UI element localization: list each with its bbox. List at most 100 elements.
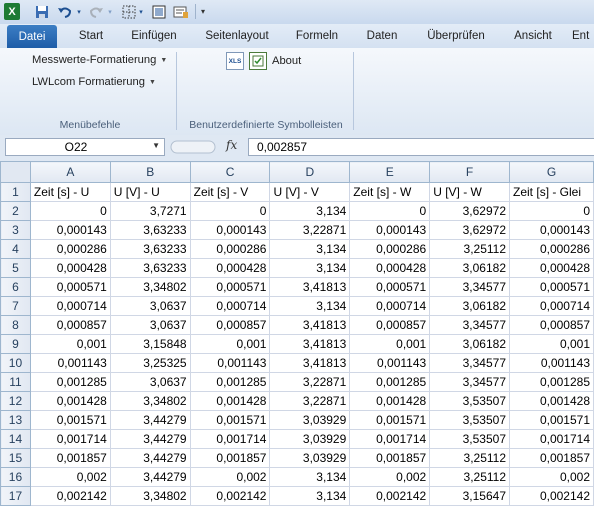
row-header[interactable]: 16 [0,467,31,487]
tab-ueberpruefen[interactable]: Überprüfen [420,24,492,48]
cell[interactable]: 0,000286 [189,239,271,259]
cell[interactable]: 3,15848 [109,334,191,354]
cell[interactable]: 3,53507 [429,391,511,411]
cell[interactable]: 3,34577 [429,372,511,392]
messwerte-formatierung-menu[interactable]: Messwerte-Formatierung ▼ [32,54,167,66]
cell[interactable]: 0,001571 [189,410,271,430]
insert-function-icon[interactable]: fx [226,138,237,152]
cell[interactable]: 0,000714 [509,296,594,316]
cell[interactable]: 0,000428 [189,258,271,278]
cell[interactable]: 0,000714 [349,296,431,316]
cell[interactable]: 3,41813 [269,353,351,373]
cell[interactable]: 0,001428 [189,391,271,411]
cell[interactable]: 3,63233 [109,239,191,259]
cell[interactable]: 0,002 [29,467,111,487]
row-header[interactable]: 9 [0,334,31,354]
cell[interactable]: 0,001285 [509,372,594,392]
column-header-d[interactable]: D [269,161,351,183]
cell[interactable]: 0,000714 [189,296,271,316]
cell[interactable]: 0,001714 [349,429,431,449]
cell[interactable]: U [V] - V [269,182,351,202]
cell[interactable]: 0,000143 [349,220,431,240]
row-header[interactable]: 14 [0,429,31,449]
cell[interactable]: 0,001 [189,334,271,354]
undo-dropdown-icon[interactable]: ▾ [76,3,82,20]
cell[interactable]: 0,001714 [509,429,594,449]
cell[interactable]: 0,001571 [349,410,431,430]
cell[interactable]: 0,001571 [29,410,111,430]
cell[interactable]: 0,000857 [349,315,431,335]
cell[interactable]: 0,000143 [509,220,594,240]
cell[interactable]: 0,001 [509,334,594,354]
cell[interactable]: 0,001143 [29,353,111,373]
cell[interactable]: 0,000571 [509,277,594,297]
cell[interactable]: 3,03929 [269,429,351,449]
cell[interactable]: 3,22871 [269,220,351,240]
table-icon[interactable] [151,3,167,20]
cell[interactable]: 3,53507 [429,429,511,449]
cell[interactable]: 0,000857 [509,315,594,335]
cell[interactable]: 3,0637 [109,372,191,392]
name-box[interactable]: O22 ▼ [5,138,165,156]
cell[interactable]: 0,001143 [349,353,431,373]
row-header[interactable]: 10 [0,353,31,373]
xls-button[interactable]: XLS [226,52,244,70]
cell[interactable]: U [V] - W [429,182,511,202]
cell[interactable]: 3,44279 [109,429,191,449]
cell[interactable]: 3,34577 [429,315,511,335]
cell[interactable]: 0,001285 [29,372,111,392]
cell[interactable]: 0,000714 [29,296,111,316]
cell[interactable]: 3,44279 [109,448,191,468]
cell[interactable]: 0,001714 [29,429,111,449]
cell[interactable]: 3,06182 [429,258,511,278]
cell[interactable]: 3,63233 [109,220,191,240]
cell[interactable]: 0,001857 [349,448,431,468]
cell[interactable]: 0,001857 [189,448,271,468]
cell[interactable]: 3,62972 [429,201,511,221]
tab-entwicklertools[interactable]: Ent [572,24,594,48]
cell[interactable]: 0,000428 [29,258,111,278]
cell[interactable]: 0,002142 [509,486,594,506]
cell[interactable]: 3,134 [269,201,351,221]
cell[interactable]: Zeit [s] - W [349,182,431,202]
cell[interactable]: 0,000857 [189,315,271,335]
cell[interactable]: 3,03929 [269,410,351,430]
cell[interactable]: 0,000428 [509,258,594,278]
column-header-g[interactable]: G [509,161,594,183]
cell[interactable]: 0,000428 [349,258,431,278]
cell[interactable]: 3,53507 [429,410,511,430]
row-header[interactable]: 2 [0,201,31,221]
cell[interactable]: 3,134 [269,258,351,278]
column-header-a[interactable]: A [29,161,111,183]
row-header[interactable]: 5 [0,258,31,278]
cell[interactable]: 3,25112 [429,239,511,259]
cell[interactable]: 3,34802 [109,277,191,297]
cell[interactable]: 3,34802 [109,391,191,411]
cell[interactable]: 3,134 [269,296,351,316]
about-button[interactable]: About [249,52,301,70]
cell[interactable]: 3,15647 [429,486,511,506]
cell[interactable]: 0,002 [349,467,431,487]
redo-dropdown-icon[interactable]: ▾ [107,3,113,20]
cell[interactable]: 0,002 [189,467,271,487]
chevron-down-icon[interactable]: ▼ [152,141,160,150]
cell[interactable]: 3,7271 [109,201,191,221]
cell[interactable]: 0,002142 [189,486,271,506]
cell[interactable]: 3,62972 [429,220,511,240]
cell[interactable]: 0,002 [509,467,594,487]
cell[interactable]: 3,25112 [429,448,511,468]
cell[interactable]: 0 [509,201,594,221]
cell[interactable]: 0,001714 [189,429,271,449]
cell[interactable]: 3,44279 [109,467,191,487]
tab-seitenlayout[interactable]: Seitenlayout [200,24,274,48]
column-header-c[interactable]: C [189,161,271,183]
tab-datei[interactable]: Datei [7,25,57,48]
cell[interactable]: 3,34577 [429,277,511,297]
excel-logo-icon[interactable]: X [4,3,20,20]
cell[interactable]: 3,41813 [269,315,351,335]
cell[interactable]: 0,001857 [509,448,594,468]
row-header[interactable]: 11 [0,372,31,392]
save-icon[interactable] [34,3,50,20]
row-header[interactable]: 3 [0,220,31,240]
cell[interactable]: 0,000143 [29,220,111,240]
